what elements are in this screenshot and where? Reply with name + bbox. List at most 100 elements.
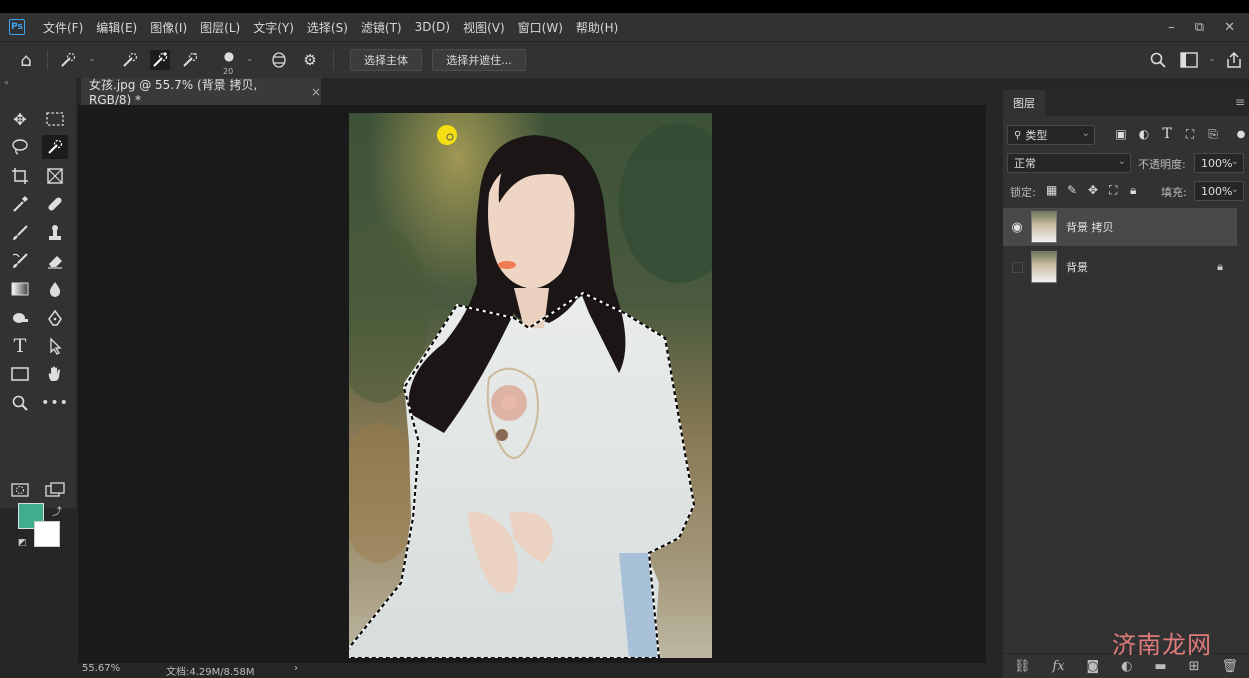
quick-mask-icon[interactable]	[7, 478, 33, 502]
vertical-scrollbar[interactable]	[986, 78, 1003, 677]
eraser-tool-icon[interactable]	[42, 249, 68, 273]
clone-stamp-tool-icon[interactable]	[42, 221, 68, 245]
eye-icon[interactable]: ◉	[1003, 220, 1031, 235]
background-color-swatch[interactable]	[34, 521, 60, 547]
document-tab[interactable]: 女孩.jpg @ 55.7% (背景 拷贝, RGB/8) * ×	[81, 78, 321, 107]
chevron-down-icon[interactable]: ⌄	[88, 54, 96, 64]
zoom-level[interactable]: 55.67%	[82, 663, 120, 674]
dodge-tool-icon[interactable]	[7, 306, 33, 330]
quick-selection-tool-icon[interactable]	[42, 135, 68, 159]
lasso-tool-icon[interactable]	[7, 135, 33, 159]
minimize-icon[interactable]: –	[1168, 20, 1175, 35]
add-to-selection-icon[interactable]	[150, 50, 170, 70]
search-icon[interactable]	[1148, 50, 1168, 70]
workspace-icon[interactable]	[1179, 50, 1199, 70]
share-icon[interactable]	[1224, 50, 1244, 70]
more-tools-icon[interactable]: •••	[41, 391, 68, 415]
brush-size-icon[interactable]: ●	[219, 46, 239, 66]
hand-tool-icon[interactable]	[42, 362, 68, 386]
type-tool-icon[interactable]: T	[7, 334, 33, 358]
healing-brush-tool-icon[interactable]	[42, 192, 68, 216]
fill-field[interactable]: 100% ⌄	[1194, 181, 1244, 201]
layer-filter-dropdown[interactable]: ⚲ 类型 ⌄	[1007, 125, 1095, 145]
lock-pixels-icon[interactable]: ✎	[1067, 183, 1077, 197]
lock-transparent-icon[interactable]: ▦	[1046, 183, 1057, 197]
visibility-toggle[interactable]	[1012, 261, 1023, 273]
move-tool-icon[interactable]: ✥	[7, 107, 33, 131]
fx-icon[interactable]: fx	[1052, 659, 1064, 674]
menu-filter[interactable]: 滤镜(T)	[361, 19, 402, 36]
tab-layers[interactable]: 图层	[1003, 90, 1045, 116]
document-photo[interactable]	[349, 113, 712, 658]
gradient-tool-icon[interactable]	[7, 277, 33, 301]
smart-object-filter-icon[interactable]: ⎘	[1205, 126, 1221, 142]
crop-tool-icon[interactable]	[7, 164, 33, 188]
lock-artboard-icon[interactable]: ⛶	[1109, 183, 1117, 198]
shape-filter-icon[interactable]: ⛶	[1182, 126, 1198, 142]
lock-label: 锁定:	[1010, 186, 1036, 199]
home-icon[interactable]: ⌂	[16, 50, 36, 71]
blur-tool-icon[interactable]	[42, 277, 68, 301]
marquee-tool-icon[interactable]	[42, 107, 68, 131]
menu-view[interactable]: 视图(V)	[463, 19, 505, 36]
close-window-icon[interactable]: ✕	[1224, 20, 1235, 35]
new-layer-icon[interactable]: ⊞	[1189, 659, 1200, 674]
subtract-from-selection-icon[interactable]	[180, 50, 200, 70]
menu-edit[interactable]: 编辑(E)	[96, 19, 137, 36]
layer-row[interactable]: ◉ 背景 拷贝	[1003, 208, 1237, 246]
quick-selection-tool-preset-icon[interactable]	[58, 50, 78, 70]
lock-all-icon[interactable]: 🔒︎	[1130, 183, 1136, 198]
pixel-filter-icon[interactable]: ▣	[1113, 126, 1129, 142]
menu-window[interactable]: 窗口(W)	[518, 19, 563, 36]
new-selection-icon[interactable]	[120, 50, 140, 70]
chevron-down-icon[interactable]: ⌄	[246, 54, 254, 64]
layer-name[interactable]: 背景	[1066, 259, 1088, 275]
menu-3d[interactable]: 3D(D)	[415, 20, 450, 34]
path-selection-tool-icon[interactable]	[42, 334, 68, 358]
screen-mode-icon[interactable]	[42, 478, 68, 502]
zoom-tool-icon[interactable]	[7, 391, 33, 415]
lock-position-icon[interactable]: ✥	[1088, 183, 1098, 197]
lock-icon: 🔒︎	[1217, 260, 1223, 273]
menu-select[interactable]: 选择(S)	[307, 19, 348, 36]
eyedropper-tool-icon[interactable]	[7, 192, 33, 216]
status-arrow-icon[interactable]: ›	[294, 663, 298, 674]
filter-toggle-icon[interactable]: ●	[1233, 126, 1249, 142]
select-subject-button[interactable]: 选择主体	[350, 49, 422, 71]
divider	[47, 50, 48, 70]
blend-mode-dropdown[interactable]: 正常 ⌄	[1007, 153, 1131, 173]
link-layers-icon[interactable]: ⛓	[1014, 659, 1031, 674]
type-filter-icon[interactable]: T	[1159, 126, 1175, 142]
layer-row[interactable]: 背景 🔒︎	[1003, 248, 1237, 286]
trash-icon[interactable]: 🗑︎	[1221, 659, 1238, 674]
sample-all-layers-icon[interactable]	[269, 50, 289, 70]
menu-image[interactable]: 图像(I)	[150, 19, 187, 36]
rectangle-tool-icon[interactable]	[7, 362, 33, 386]
adjustment-layer-icon[interactable]: ◐	[1121, 659, 1132, 674]
ps-logo-icon[interactable]: Ps	[9, 19, 25, 35]
close-tab-icon[interactable]: ×	[311, 85, 321, 99]
layer-name[interactable]: 背景 拷贝	[1066, 219, 1114, 235]
chevron-down-icon[interactable]: ⌄	[1208, 54, 1216, 64]
add-mask-icon[interactable]: ◙	[1087, 659, 1100, 674]
frame-tool-icon[interactable]	[42, 164, 68, 188]
auto-enhance-icon[interactable]: ⚙	[300, 50, 320, 70]
select-and-mask-button[interactable]: 选择并遮住...	[432, 49, 526, 71]
brush-tool-icon[interactable]	[7, 221, 33, 245]
canvas-area[interactable]	[78, 105, 986, 663]
panel-menu-icon[interactable]: ≡	[1235, 95, 1245, 109]
fill-value: 100%	[1201, 184, 1233, 198]
restore-icon[interactable]: ⧉	[1195, 20, 1204, 35]
menu-help[interactable]: 帮助(H)	[576, 19, 618, 36]
default-colors-icon[interactable]: ◩	[18, 538, 27, 548]
opacity-field[interactable]: 100% ⌄	[1194, 153, 1244, 173]
new-group-icon[interactable]: ▬	[1154, 659, 1166, 674]
pen-tool-icon[interactable]	[42, 306, 68, 330]
history-brush-tool-icon[interactable]	[7, 249, 33, 273]
collapse-icon[interactable]: «	[4, 78, 9, 87]
menu-layer[interactable]: 图层(L)	[200, 19, 240, 36]
menu-type[interactable]: 文字(Y)	[253, 19, 294, 36]
adjustment-filter-icon[interactable]: ◐	[1136, 126, 1152, 142]
menu-file[interactable]: 文件(F)	[43, 19, 83, 36]
swap-colors-icon[interactable]: ⤴	[52, 503, 62, 518]
